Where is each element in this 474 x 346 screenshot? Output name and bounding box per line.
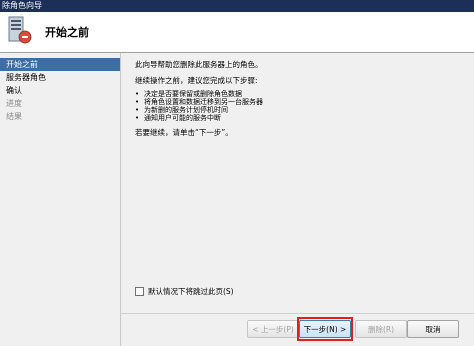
intro-text: 此向导帮助您删除此服务器上的角色。 [135,60,263,69]
server-icon [8,16,32,44]
next-button-highlight [297,317,353,341]
page-title: 开始之前 [45,26,89,39]
wizard-header: 开始之前 [0,12,474,53]
skip-page-option[interactable]: 默认情况下将跳过此页(S) [135,285,234,297]
nav-item-results: 结果 [6,112,22,121]
steps-list: 决定是否要保留或删除角色数据 将角色设置和数据迁移到另一台服务器 为新删的服务计… [135,90,465,122]
footer-divider [120,313,474,314]
cancel-button[interactable]: 取消 [407,320,459,338]
nav-item-progress: 进度 [6,99,22,108]
window-title: 除角色向导 [2,1,42,10]
skip-page-label[interactable]: 默认情况下将跳过此页(S) [148,286,234,297]
list-item: 为新删的服务计划停机时间 [135,106,465,114]
previous-button[interactable]: < 上一步(P) [247,320,299,338]
list-item: 决定是否要保留或删除角色数据 [135,90,465,98]
skip-page-checkbox[interactable] [135,286,144,296]
nav-item-server-roles[interactable]: 服务器角色 [0,71,120,84]
wizard-content: 此向导帮助您删除此服务器上的角色。 继续操作之前，建议您完成以下步骤: 决定是否… [135,60,465,138]
before-text: 继续操作之前，建议您完成以下步骤: [135,76,258,85]
wizard-nav: 开始之前 服务器角色 确认 进度 结果 [0,53,121,346]
nav-item-before-you-begin[interactable]: 开始之前 [0,58,120,71]
continue-text: 若要继续，请单击“下一步”。 [135,128,233,137]
list-item: 将角色设置和数据迁移到另一台服务器 [135,98,465,106]
list-item: 通知用户可能的服务中断 [135,114,465,122]
remove-button[interactable]: 删除(R) [355,320,407,338]
title-bar: 除角色向导 [0,0,474,12]
nav-item-confirmation[interactable]: 确认 [0,84,120,97]
